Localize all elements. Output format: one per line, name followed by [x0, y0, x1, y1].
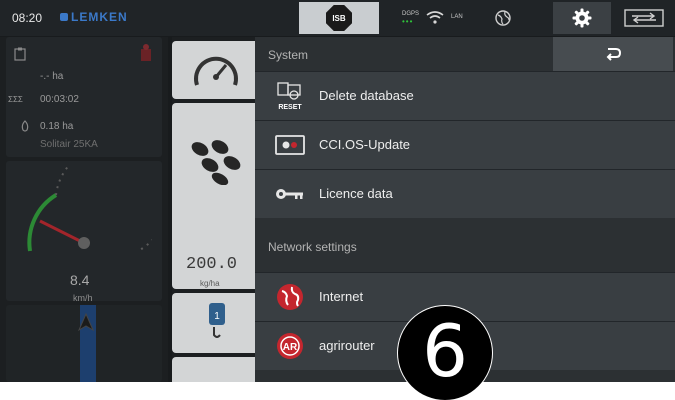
status-bar: 08:20 LEMKEN ISB DGPS ••• LAN: [0, 0, 675, 36]
globe-icon[interactable]: [495, 10, 511, 26]
gps-signal-dots: •••: [402, 17, 414, 26]
back-arrow-icon: [606, 48, 622, 61]
bottom-tile[interactable]: [172, 357, 260, 382]
reset-icon-text: RESET: [278, 104, 302, 111]
gear-icon: [572, 8, 592, 28]
menu-item-label: CCI.OS-Update: [319, 137, 411, 152]
network-header-label: Network settings: [268, 240, 357, 254]
menu-item-delete-database[interactable]: RESET Delete database: [255, 71, 675, 120]
worked-area: 0.18 ha: [40, 121, 74, 132]
network-section-header: Network settings: [255, 218, 675, 272]
step-number-badge: 6: [398, 306, 492, 400]
agrirouter-icon-text: AR: [283, 342, 298, 353]
terminal-screen: 08:20 LEMKEN ISB DGPS ••• LAN -.- ha ΣΣΣ…: [0, 0, 675, 382]
seed-rate-unit: kg/ha: [200, 279, 220, 288]
speed-value: 8.4: [70, 272, 90, 288]
hopper-icon: 1: [209, 303, 225, 338]
menu-item-label: agrirouter: [319, 338, 375, 353]
agrirouter-icon: AR: [274, 331, 306, 361]
middle-tiles-panel: 200.0 kg/ha 1: [172, 37, 262, 382]
seeds-icon: [191, 140, 241, 185]
left-info-panel: -.- ha ΣΣΣ 00:03:02 0.18 ha Solitair 25K…: [0, 37, 168, 382]
svg-text:1: 1: [214, 311, 220, 322]
menu-item-licence-data[interactable]: Licence data: [255, 169, 675, 218]
machine-name: Solitair 25KA: [40, 139, 98, 150]
menu-item-label: Internet: [319, 289, 364, 304]
badge-number: 6: [422, 309, 468, 393]
isb-label: ISB: [332, 13, 346, 23]
update-icon: [274, 130, 306, 160]
reset-database-icon: RESET: [274, 81, 306, 111]
screen-swap-icon: [624, 9, 664, 27]
clock: 08:20: [12, 11, 43, 25]
settings-button[interactable]: [553, 2, 611, 34]
brand-mark-icon: [60, 13, 68, 21]
screen-swap-button[interactable]: [616, 2, 672, 34]
seed-rate-value: 200.0: [186, 255, 238, 274]
clipboard-icon: [14, 47, 26, 61]
tractor-arrow-icon: [77, 312, 95, 332]
machine-icon: [141, 44, 151, 61]
key-icon: [274, 179, 306, 209]
system-header-label: System: [268, 48, 309, 62]
time-label: ΣΣΣ: [8, 95, 23, 104]
back-button[interactable]: [553, 37, 673, 71]
work-time: 00:03:02: [40, 94, 79, 105]
area-value: -.- ha: [40, 71, 64, 82]
brand-logo: LEMKEN: [60, 10, 128, 24]
speedometer-gauge: [27, 165, 152, 252]
area-worked-icon: [21, 120, 29, 132]
isb-stop-icon: ISB: [326, 5, 352, 31]
wifi-icon: [426, 11, 444, 24]
menu-item-label: Delete database: [319, 88, 414, 103]
isb-button[interactable]: ISB: [299, 2, 379, 34]
internet-globe-icon: [274, 282, 306, 312]
gps-status: DGPS •••: [402, 10, 419, 26]
lan-label: LAN: [451, 14, 463, 20]
menu-item-cci-os-update[interactable]: CCI.OS-Update: [255, 120, 675, 169]
brand-name: LEMKEN: [71, 10, 128, 24]
menu-item-label: Licence data: [319, 186, 393, 201]
speed-unit: km/h: [73, 293, 93, 303]
gauge-icon: [194, 56, 238, 86]
